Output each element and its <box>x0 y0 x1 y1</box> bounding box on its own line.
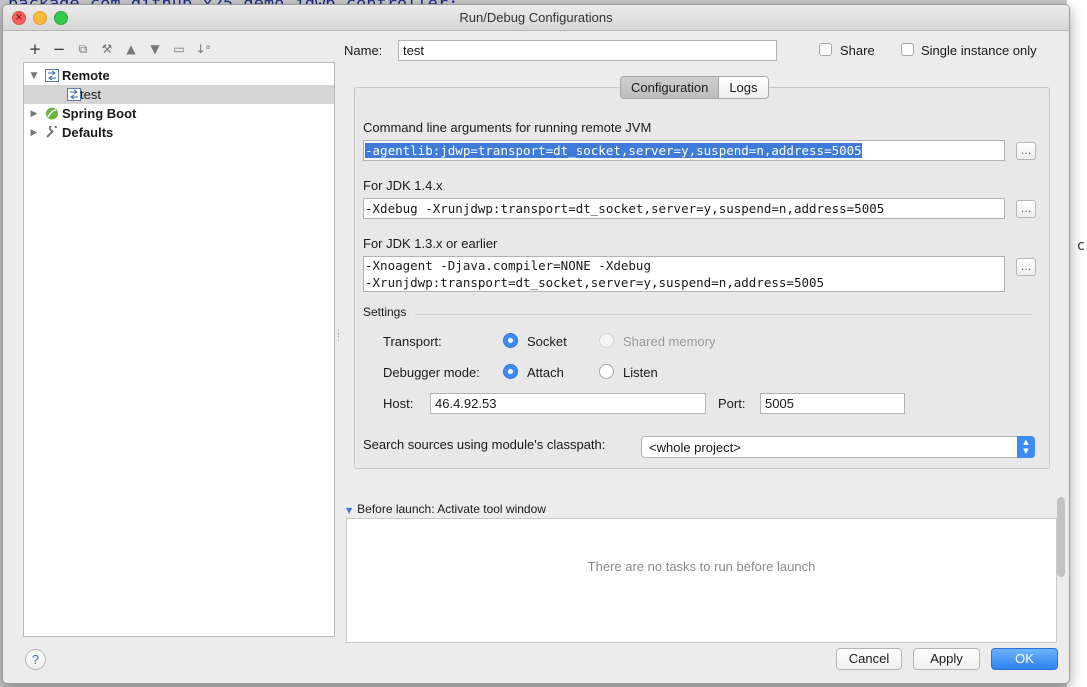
shared-memory-label: Shared memory <box>623 334 716 349</box>
config-toolbar: + − ⧉ ⚒ ▲ ▼ ▭ ↓ᵃ <box>23 39 215 59</box>
tree-item-defaults[interactable]: ▶ Defaults <box>24 123 334 142</box>
sort-icon[interactable]: ↓ᵃ <box>191 39 215 59</box>
tab-configuration[interactable]: Configuration <box>621 77 719 98</box>
splitter-handle[interactable]: ⋮ ⋮ <box>334 330 343 343</box>
transport-label: Transport: <box>383 334 442 349</box>
wrench-icon <box>44 126 59 139</box>
attach-label: Attach <box>527 365 564 380</box>
empty-tasks-message: There are no tasks to run before launch <box>587 559 816 574</box>
share-label: Share <box>840 43 875 58</box>
wrench-icon[interactable]: ⚒ <box>95 39 119 59</box>
jdk14-expand-button[interactable]: ... <box>1016 200 1036 218</box>
configuration-tree: ▼ Remote test ▶ Spring Boot ▶ Defaults <box>23 62 335 637</box>
cancel-button[interactable]: Cancel <box>836 648 902 670</box>
tree-item-label: Defaults <box>62 125 114 140</box>
settings-label: Settings <box>363 305 407 319</box>
settings-divider <box>415 314 1032 315</box>
remote-config-icon <box>44 69 59 82</box>
background-editor-strip <box>1067 0 1087 687</box>
host-label: Host: <box>383 396 414 411</box>
tree-item-spring-boot[interactable]: ▶ Spring Boot <box>24 104 334 123</box>
before-launch-label: Before launch: Activate tool window <box>357 502 546 516</box>
single-instance-label: Single instance only <box>921 43 1037 58</box>
jdk13-line: -Xnoagent -Djava.compiler=NONE -Xdebug <box>365 258 651 273</box>
jdk13-label: For JDK 1.3.x or earlier <box>363 236 498 251</box>
tree-item-remote[interactable]: ▼ Remote <box>24 66 334 85</box>
spring-leaf-icon <box>44 107 59 120</box>
expand-right-icon[interactable]: ▶ <box>28 109 40 119</box>
name-input[interactable]: test <box>398 40 777 61</box>
cmd-args-value: -agentlib:jdwp=transport=dt_socket,serve… <box>365 143 862 158</box>
tab-logs[interactable]: Logs <box>718 77 768 98</box>
single-instance-checkbox[interactable] <box>901 43 914 56</box>
copy-icon[interactable]: ⧉ <box>71 39 95 59</box>
move-up-icon[interactable]: ▲ <box>119 39 143 59</box>
titlebar: × Run/Debug Configurations <box>3 5 1069 31</box>
tree-item-label: Remote <box>62 68 110 83</box>
move-down-icon[interactable]: ▼ <box>143 39 167 59</box>
listen-radio[interactable] <box>599 364 614 379</box>
classpath-select[interactable]: <whole project> ▲ ▼ <box>641 436 1035 458</box>
cmd-args-label: Command line arguments for running remot… <box>363 120 652 135</box>
jdk13-field[interactable]: -Xnoagent -Djava.compiler=NONE -Xdebug -… <box>363 256 1005 292</box>
ok-button[interactable]: OK <box>991 648 1058 670</box>
jdk13-line: -Xrunjdwp:transport=dt_socket,server=y,s… <box>365 275 825 290</box>
name-label: Name: <box>344 43 383 58</box>
debugger-mode-label: Debugger mode: <box>383 365 480 380</box>
remove-icon[interactable]: − <box>47 39 71 59</box>
jdk13-expand-button[interactable]: ... <box>1016 258 1036 276</box>
attach-radio[interactable] <box>503 364 518 379</box>
tree-item-label: test <box>80 87 101 102</box>
before-launch-header[interactable]: ▼ Before launch: Activate tool window <box>346 502 546 516</box>
run-debug-dialog: × Run/Debug Configurations + − ⧉ ⚒ ▲ ▼ ▭… <box>2 4 1070 684</box>
expand-down-icon[interactable]: ▼ <box>28 71 40 81</box>
listen-label: Listen <box>623 365 658 380</box>
socket-label: Socket <box>527 334 567 349</box>
chevron-updown-icon: ▲ ▼ <box>1017 436 1035 458</box>
jdk14-field[interactable]: -Xdebug -Xrunjdwp:transport=dt_socket,se… <box>363 198 1005 219</box>
add-icon[interactable]: + <box>23 39 47 59</box>
help-button[interactable]: ? <box>25 649 46 670</box>
classpath-value: <whole project> <box>649 440 741 455</box>
shared-memory-radio[interactable] <box>599 333 614 348</box>
remote-config-icon <box>66 88 81 101</box>
tree-item-test[interactable]: test <box>24 85 334 104</box>
classpath-label: Search sources using module's classpath: <box>363 437 606 452</box>
vertical-scrollbar[interactable] <box>1057 497 1065 577</box>
expand-right-icon[interactable]: ▶ <box>28 128 40 138</box>
cmd-args-field[interactable]: -agentlib:jdwp=transport=dt_socket,serve… <box>363 140 1005 161</box>
host-input[interactable]: 46.4.92.53 <box>430 393 706 414</box>
background-editor-char: c <box>1076 238 1085 254</box>
folder-icon[interactable]: ▭ <box>167 39 191 59</box>
tab-bar: Configuration Logs <box>620 76 769 99</box>
socket-radio[interactable] <box>503 333 518 348</box>
before-launch-task-list[interactable]: There are no tasks to run before launch <box>346 518 1057 643</box>
jdk14-label: For JDK 1.4.x <box>363 178 443 193</box>
window-title: Run/Debug Configurations <box>459 10 613 25</box>
port-input[interactable]: 5005 <box>760 393 905 414</box>
apply-button[interactable]: Apply <box>913 648 980 670</box>
collapse-triangle-icon[interactable]: ▼ <box>346 506 352 515</box>
port-label: Port: <box>718 396 746 411</box>
tree-item-label: Spring Boot <box>62 106 137 121</box>
share-checkbox[interactable] <box>819 43 832 56</box>
cmd-args-expand-button[interactable]: ... <box>1016 142 1036 160</box>
